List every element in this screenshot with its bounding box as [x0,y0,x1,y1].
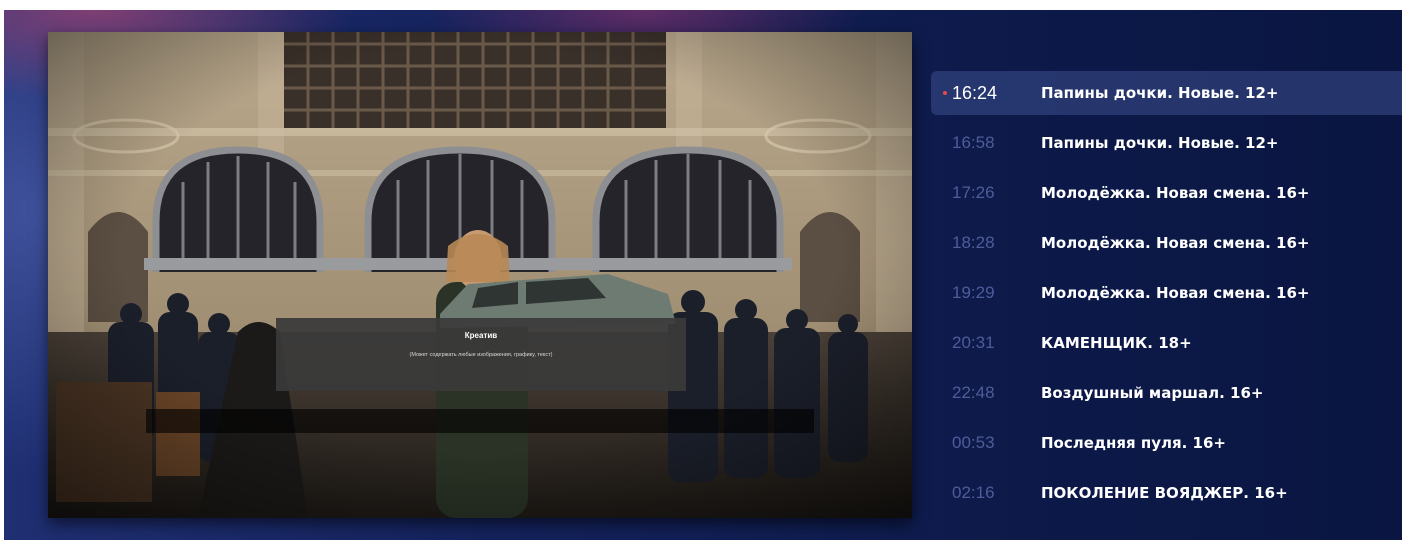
schedule-title: Папины дочки. Новые. 12+ [1041,84,1279,102]
schedule-title: ПОКОЛЕНИЕ ВОЯДЖЕР. 16+ [1041,484,1288,502]
schedule-time: 00:53 [952,433,995,452]
creative-description: (Может содержать любые изображения, граф… [409,352,553,358]
schedule-item[interactable]: 02:16 ПОКОЛЕНИЕ ВОЯДЖЕР. 16+ [931,471,1402,521]
schedule-item[interactable]: 19:29 Молодёжка. Новая смена. 16+ [931,271,1402,321]
schedule-title: Папины дочки. Новые. 12+ [1041,134,1279,152]
schedule-title: Молодёжка. Новая смена. 16+ [1041,284,1310,302]
schedule-title: Воздушный маршал. 16+ [1041,384,1264,402]
video-player[interactable]: Креатив (Может содержать любые изображен… [48,32,912,518]
schedule-time: 17:26 [952,183,995,202]
schedule-title: Молодёжка. Новая смена. 16+ [1041,184,1310,202]
schedule-item[interactable]: 00:53 Последняя пуля. 16+ [931,421,1402,471]
creative-title: Креатив [464,331,498,340]
program-schedule: 16:24 Папины дочки. Новые. 12+ 16:58 Пап… [931,71,1402,521]
schedule-title: Молодёжка. Новая смена. 16+ [1041,234,1310,252]
video-frame-image [48,32,912,518]
schedule-title: Последняя пуля. 16+ [1041,434,1226,452]
schedule-item[interactable]: 16:58 Папины дочки. Новые. 12+ [931,121,1402,171]
schedule-time: 02:16 [952,483,995,502]
schedule-time: 19:29 [952,283,995,302]
schedule-item[interactable]: 22:48 Воздушный маршал. 16+ [931,371,1402,421]
schedule-time: 22:48 [952,383,995,402]
schedule-item-current[interactable]: 16:24 Папины дочки. Новые. 12+ [931,71,1402,115]
subtitle-band [146,409,814,433]
tv-guide-screen: Креатив (Может содержать любые изображен… [4,10,1402,540]
schedule-title: КАМЕНЩИК. 18+ [1041,334,1192,352]
schedule-time: 16:24 [952,83,998,103]
schedule-time: 20:31 [952,333,995,352]
ad-creative-placeholder[interactable]: Креатив (Может содержать любые изображен… [276,318,686,391]
schedule-item[interactable]: 17:26 Молодёжка. Новая смена. 16+ [931,171,1402,221]
schedule-item[interactable]: 20:31 КАМЕНЩИК. 18+ [931,321,1402,371]
schedule-time: 16:58 [952,133,995,152]
live-indicator-icon [943,91,947,95]
schedule-time: 18:28 [952,233,995,252]
schedule-item[interactable]: 18:28 Молодёжка. Новая смена. 16+ [931,221,1402,271]
